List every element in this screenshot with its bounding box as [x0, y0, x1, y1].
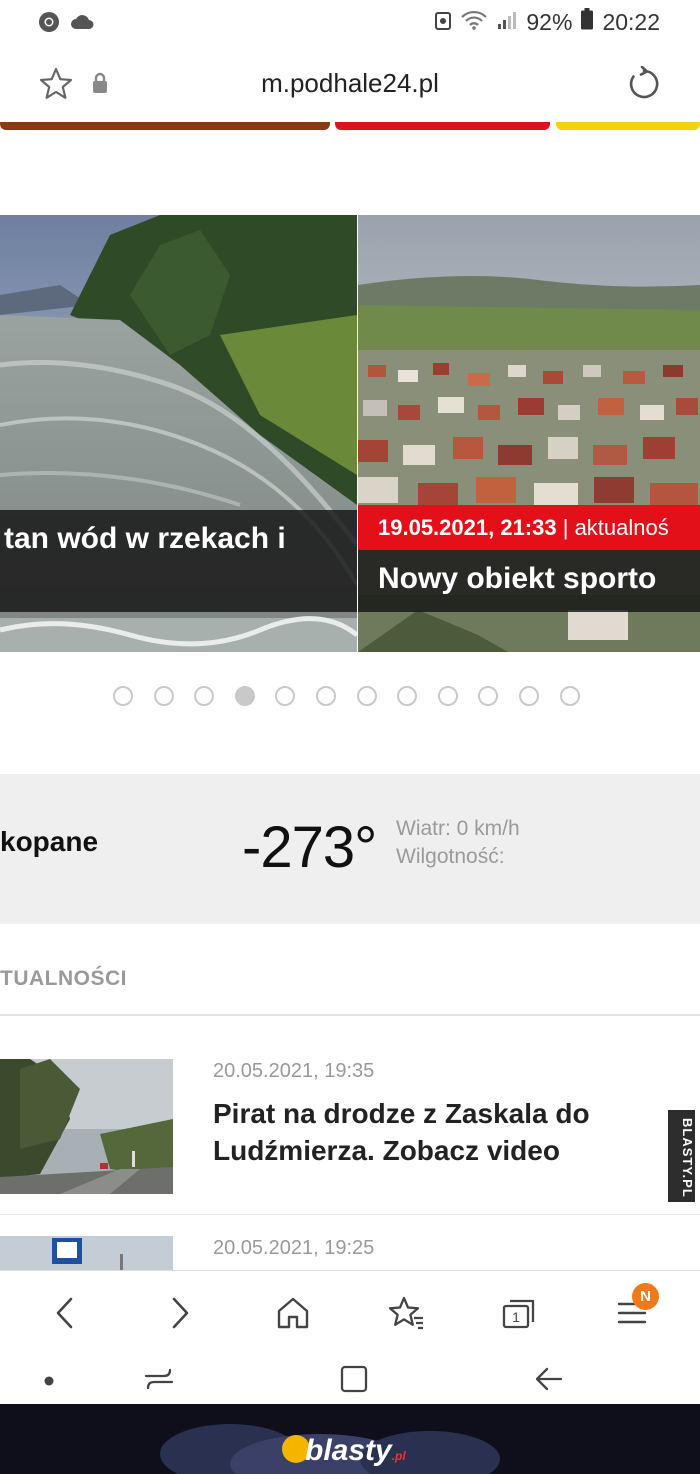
forward-icon[interactable] — [160, 1293, 200, 1333]
slide-caption-2: Nowy obiekt sporto — [358, 550, 700, 612]
weather-humidity: Wilgotność: — [396, 845, 505, 868]
article-title[interactable]: Pirat na drodze z Zaskala do Ludźmierza.… — [213, 1095, 663, 1169]
slider-dot[interactable] — [315, 686, 336, 706]
home-icon[interactable] — [273, 1293, 313, 1333]
slider-dot[interactable] — [397, 686, 418, 706]
wifi-icon — [460, 9, 488, 36]
signal-icon — [497, 9, 517, 36]
slide-date: 19.05.2021, 21:33 — [378, 515, 557, 540]
menu-notification-badge: N — [632, 1283, 659, 1310]
slide-town[interactable]: 19.05.2021, 21:33 | aktualnoś Nowy obiek… — [358, 215, 700, 652]
slider-dot[interactable] — [275, 686, 296, 706]
cloud-icon — [70, 14, 94, 35]
chrome-icon — [38, 11, 60, 38]
status-bar: 92% 20:22 — [0, 0, 700, 46]
slider-dot[interactable] — [153, 686, 174, 706]
article-date: 20.05.2021, 19:35 — [213, 1060, 375, 1082]
battery-percent: 92% — [526, 8, 573, 35]
slider-dot[interactable] — [437, 686, 458, 706]
reload-icon[interactable] — [626, 65, 662, 107]
section-title: TUALNOŚCI — [0, 967, 127, 990]
brand-name: blasty — [305, 1434, 392, 1467]
slider-dots — [113, 686, 580, 706]
slide-caption: tan wód w rzekach i — [0, 510, 357, 612]
slide-title[interactable]: tan wód w rzekach i — [4, 522, 286, 555]
color-strip-yellow — [556, 122, 700, 130]
weather-wind: Wiatr: 0 km/h — [396, 817, 520, 840]
article-thumbnail[interactable] — [0, 1059, 173, 1194]
home-square-icon[interactable] — [339, 1364, 369, 1399]
system-navigation-bar — [0, 1352, 700, 1404]
weather-city: kopane — [0, 826, 99, 857]
brand-logo: blasty.pl — [305, 1434, 406, 1468]
recent-apps-icon[interactable] — [144, 1364, 174, 1399]
brand-tld: .pl — [391, 1449, 406, 1463]
battery-icon — [581, 8, 594, 36]
address-bar: m.podhale24.pl — [0, 46, 700, 124]
url-text[interactable]: m.podhale24.pl — [0, 68, 700, 99]
slider-dot[interactable] — [478, 686, 499, 706]
tabs-icon[interactable]: 1 — [499, 1293, 539, 1333]
data-saver-icon — [435, 9, 452, 36]
side-watermark: BLASTY.PL — [668, 1110, 695, 1202]
weather-temperature: -273° — [242, 815, 377, 880]
badge-separator: | — [562, 515, 575, 540]
slider-dot[interactable] — [113, 686, 133, 706]
slide-river[interactable]: tan wód w rzekach i — [0, 215, 357, 652]
slider-dot[interactable] — [356, 686, 377, 706]
news-slider[interactable]: tan wód w rzekach i 19.05.2021, 21:33 | … — [0, 215, 700, 652]
color-strip-brown — [0, 122, 330, 130]
phone-screen: 92% 20:22 m.podhale24.pl tan wód w rzeka… — [0, 0, 700, 1404]
slider-dot[interactable] — [559, 686, 580, 706]
article-date: 20.05.2021, 19:25 — [213, 1237, 375, 1259]
browser-toolbar: 1 — [0, 1270, 700, 1352]
weather-widget: kopane -273° Wiatr: 0 km/h Wilgotność: — [0, 774, 700, 924]
slide-category: aktualnoś — [574, 515, 669, 540]
system-back-icon[interactable] — [533, 1364, 563, 1399]
color-strip-red — [335, 122, 550, 130]
slider-dot[interactable] — [234, 686, 255, 706]
slide-date-badge: 19.05.2021, 21:33 | aktualnoś — [358, 505, 700, 550]
clock: 20:22 — [602, 8, 660, 35]
slide-title-2[interactable]: Nowy obiekt sporto — [378, 562, 656, 595]
watermark-footer: blasty.pl — [0, 1404, 700, 1474]
bookmarks-icon[interactable] — [386, 1293, 426, 1333]
dot-icon[interactable] — [44, 1373, 54, 1391]
back-icon[interactable] — [45, 1293, 85, 1333]
section-divider — [0, 1014, 700, 1016]
slider-dot[interactable] — [518, 686, 539, 706]
svg-text:1: 1 — [512, 1309, 520, 1325]
slider-dot[interactable] — [194, 686, 215, 706]
article-divider — [0, 1214, 700, 1215]
list-item[interactable]: 20.05.2021, 19:35 Pirat na drodze z Zask… — [0, 1059, 700, 1199]
